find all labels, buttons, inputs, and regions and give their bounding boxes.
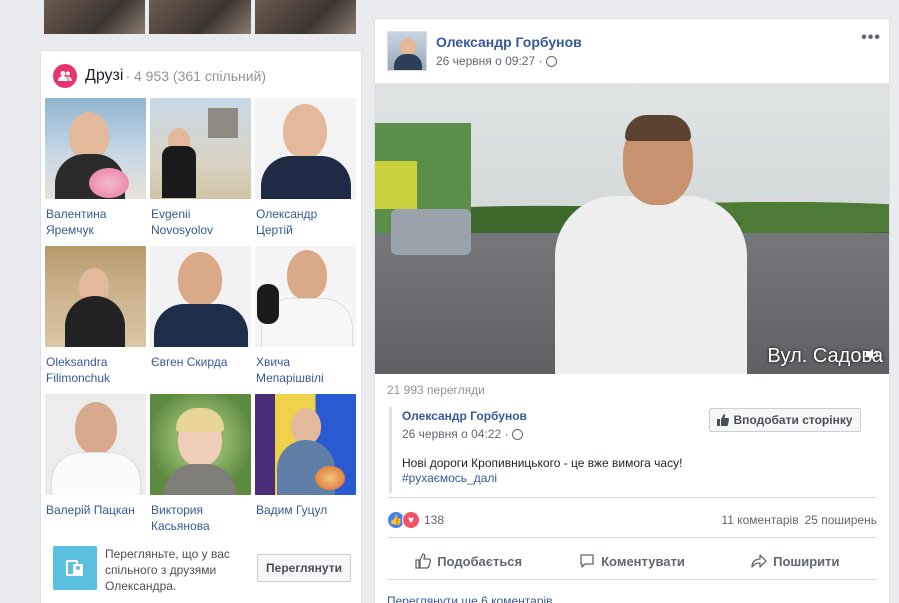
reaction-count[interactable]: 138	[424, 513, 444, 527]
friend-photo[interactable]	[45, 246, 146, 347]
friend-name[interactable]: Олександр Цертій	[255, 206, 356, 238]
friend-name[interactable]: Oleksandra Filimonchuk	[45, 354, 146, 386]
friend-name[interactable]: Виктория Касьянова	[150, 502, 251, 534]
post-meta: 26 червня о 09:27 ·	[436, 54, 558, 68]
comment-icon	[580, 554, 594, 568]
avatar[interactable]	[387, 31, 427, 71]
friend-photo[interactable]	[255, 394, 356, 495]
friend-photo[interactable]	[150, 246, 251, 347]
view-count: 21 993 перегляди	[387, 383, 485, 397]
comment-count[interactable]: 11 коментарів	[721, 513, 798, 527]
divider	[387, 537, 877, 538]
friends-header: Друзі · 4 953 (361 спільний)	[53, 64, 266, 88]
photos-strip[interactable]	[44, 0, 356, 34]
friend-photo[interactable]	[255, 246, 356, 347]
friends-title[interactable]: Друзі	[85, 67, 123, 85]
video-player[interactable]: Вул. Садова	[375, 83, 889, 374]
mutual-friends-icon	[53, 546, 97, 590]
post-actions: Подобається Коментувати Поширити	[387, 547, 877, 575]
shared-author[interactable]: Олександр Горбунов	[402, 409, 527, 423]
friends-grid: Валентина Яремчук Evgenii Novosyolov Оле…	[45, 98, 357, 542]
mutual-friends-promo: Перегляньте, що у вас спільного з друзям…	[53, 546, 353, 596]
friend-item[interactable]: Evgenii Novosyolov	[150, 98, 251, 246]
friend-item[interactable]: Oleksandra Filimonchuk	[45, 246, 146, 394]
thumbs-up-icon	[717, 414, 730, 426]
friend-name[interactable]: Evgenii Novosyolov	[150, 206, 251, 238]
view-mutual-button[interactable]: Переглянути	[257, 554, 351, 582]
like-page-label: Вподобати сторінку	[733, 413, 853, 427]
friend-photo[interactable]	[150, 394, 251, 495]
video-van	[391, 209, 471, 255]
shared-post: Олександр Горбунов 26 червня о 04:22 · Н…	[389, 407, 877, 493]
comment-button[interactable]: Коментувати	[550, 547, 713, 575]
friends-icon	[53, 64, 77, 88]
friend-name[interactable]: Валерій Пацкан	[45, 502, 146, 518]
love-reaction-icon: ♥	[402, 511, 420, 529]
friend-item[interactable]: Хвича Мепарішвілі	[255, 246, 356, 394]
shared-date[interactable]: 26 червня о 04:22 ·	[402, 427, 508, 441]
share-count[interactable]: 25 поширень	[805, 513, 877, 527]
thumbs-up-icon	[415, 553, 432, 569]
reactions[interactable]: 👍 ♥ 138	[387, 511, 444, 529]
like-page-button[interactable]: Вподобати сторінку	[709, 408, 861, 432]
globe-icon	[546, 55, 558, 67]
divider	[387, 497, 877, 498]
friends-card: Друзі · 4 953 (361 спільний) Валентина Я…	[40, 50, 362, 603]
globe-icon	[512, 428, 524, 440]
photo-thumb[interactable]	[44, 0, 146, 34]
friend-item[interactable]: Євген Скирда	[150, 246, 251, 394]
friend-name[interactable]: Євген Скирда	[150, 354, 251, 370]
friend-photo[interactable]	[255, 98, 356, 199]
post-date[interactable]: 26 червня о 09:27 ·	[436, 54, 542, 68]
share-icon	[751, 554, 767, 568]
friend-item[interactable]: Виктория Касьянова	[150, 394, 251, 542]
share-button[interactable]: Поширити	[714, 547, 877, 575]
mutual-friends-text: Перегляньте, що у вас спільного з друзям…	[105, 547, 230, 593]
friend-item[interactable]: Олександр Цертій	[255, 98, 356, 246]
friend-name[interactable]: Вадим Гуцул	[255, 502, 356, 518]
photo-thumb[interactable]	[149, 0, 251, 34]
friend-name[interactable]: Хвича Мепарішвілі	[255, 354, 356, 386]
post-author[interactable]: Олександр Горбунов	[436, 34, 582, 50]
more-comments-link[interactable]: Переглянути ще 6 коментарів	[387, 594, 553, 603]
friend-name[interactable]: Валентина Яремчук	[45, 206, 146, 238]
friends-count: · 4 953 (361 спільний)	[125, 68, 267, 84]
divider	[387, 579, 877, 580]
friend-photo[interactable]	[45, 394, 146, 495]
friend-photo[interactable]	[150, 98, 251, 199]
hashtag-link[interactable]: #рухаємось_далі	[402, 471, 497, 485]
sound-icon[interactable]	[865, 346, 881, 362]
post-stats: 11 коментарів 25 поширень	[721, 513, 877, 527]
friend-item[interactable]: Валентина Яремчук	[45, 98, 146, 246]
photo-thumb[interactable]	[254, 0, 356, 34]
friend-photo[interactable]	[45, 98, 146, 199]
more-options-icon[interactable]: •••	[861, 29, 881, 47]
shared-meta: 26 червня о 04:22 ·	[402, 427, 524, 441]
video-person	[555, 196, 747, 374]
shared-text: Нові дороги Кропивницького - це вже вимо…	[402, 456, 683, 470]
friend-item[interactable]: Валерій Пацкан	[45, 394, 146, 542]
like-button[interactable]: Подобається	[387, 547, 550, 575]
post-card: Олександр Горбунов 26 червня о 09:27 · •…	[374, 18, 890, 603]
friend-item[interactable]: Вадим Гуцул	[255, 394, 356, 542]
